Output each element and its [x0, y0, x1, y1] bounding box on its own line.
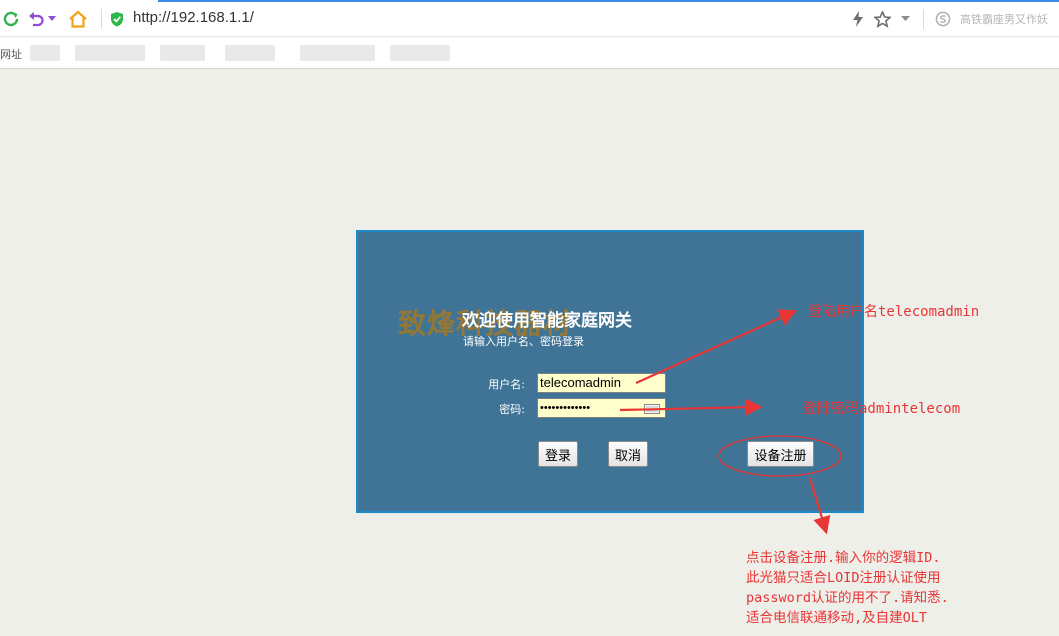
bookmarks-bar: 网址: [0, 37, 1059, 69]
home-icon[interactable]: [67, 8, 89, 30]
blurred-bookmark[interactable]: [30, 45, 60, 61]
blurred-bookmark[interactable]: [75, 45, 145, 61]
page-title: 欢迎使用智能家庭网关: [462, 311, 632, 331]
blurred-bookmark[interactable]: [300, 45, 375, 61]
login-subtitle: 请输入用户名、密码登录: [463, 335, 584, 348]
password-annotation: 登陆密码admintelecom: [803, 401, 961, 417]
toolbar-divider: [923, 9, 924, 29]
search-engine-icon[interactable]: [932, 8, 954, 30]
device-register-button[interactable]: 设备注册: [747, 441, 814, 467]
register-annotation-line: 此光猫只适合LOID注册认证使用: [746, 570, 941, 586]
page-load-progress: [158, 0, 1059, 2]
lightning-icon[interactable]: [847, 8, 869, 30]
keyboard-icon[interactable]: [644, 403, 660, 419]
star-bookmark-icon[interactable]: [871, 8, 893, 30]
username-annotation: 登陆用户名telecomadmin: [808, 304, 980, 320]
secure-shield-icon: [106, 8, 128, 30]
undo-close-tab-icon[interactable]: [26, 8, 48, 30]
password-label: 密码:: [499, 403, 525, 416]
username-field[interactable]: telecomadmin: [537, 373, 666, 393]
undo-dropdown-chevron-icon[interactable]: [46, 8, 58, 30]
username-label: 用户名:: [488, 378, 525, 391]
blurred-bookmark[interactable]: [160, 45, 205, 61]
cancel-button[interactable]: 取消: [608, 441, 648, 467]
refresh-icon[interactable]: [0, 8, 22, 30]
blurred-bookmark[interactable]: [225, 45, 275, 61]
address-bar-url[interactable]: http://192.168.1.1/: [133, 9, 254, 26]
register-annotation-line: 适合电信联通移动,及自建OLT: [746, 610, 928, 626]
login-button[interactable]: 登录: [538, 441, 578, 467]
register-annotation-line: password认证的用不了.请知悉.: [746, 590, 949, 606]
toolbar-divider: [101, 9, 102, 29]
password-mask: •••••••••••••: [540, 402, 591, 414]
password-field[interactable]: •••••••••••••: [537, 398, 666, 418]
dropdown-chevron-icon[interactable]: [898, 8, 912, 30]
blurred-bookmark[interactable]: [390, 45, 450, 61]
search-suggestion-text[interactable]: 高铁霸座男又作妖: [960, 11, 1058, 27]
browser-toolbar: http://192.168.1.1/ 高铁霸座男又作妖: [0, 0, 1059, 37]
gateway-login-panel: [356, 230, 864, 513]
register-annotation: 点击设备注册.输入你的逻辑ID. 此光猫只适合LOID注册认证使用 passwo…: [746, 548, 949, 628]
bookmarks-bar-label[interactable]: 网址: [0, 46, 22, 62]
register-annotation-line: 点击设备注册.输入你的逻辑ID.: [746, 550, 941, 566]
